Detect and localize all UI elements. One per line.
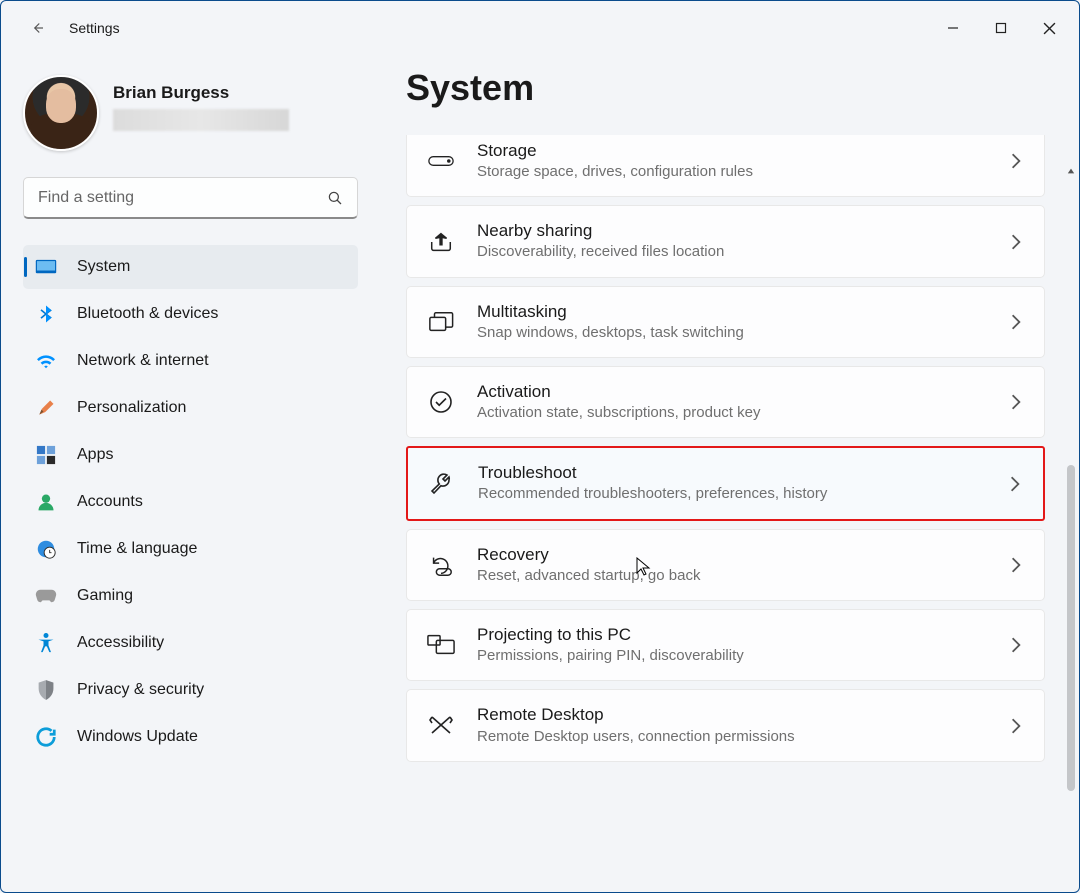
bluetooth-icon xyxy=(35,303,57,325)
nav-item-accounts[interactable]: Accounts xyxy=(23,480,358,524)
card-sub: Recommended troubleshooters, preferences… xyxy=(478,484,987,504)
content-area: System Storage Storage space, drives, co… xyxy=(376,55,1079,892)
nav-label: Privacy & security xyxy=(77,681,204,699)
nav-list: System Bluetooth & devices Network & int… xyxy=(23,245,358,759)
update-icon xyxy=(35,726,57,748)
back-arrow-icon xyxy=(28,19,46,37)
nav-label: Personalization xyxy=(77,399,186,417)
gamepad-icon xyxy=(35,585,57,607)
nav-item-gaming[interactable]: Gaming xyxy=(23,574,358,618)
settings-list: Storage Storage space, drives, configura… xyxy=(406,135,1045,892)
person-icon xyxy=(35,491,57,513)
system-icon xyxy=(35,256,57,278)
user-email-redacted xyxy=(113,109,289,131)
nav-label: Apps xyxy=(77,446,113,464)
sidebar: Brian Burgess System Bluetooth & devices… xyxy=(1,55,376,892)
minimize-button[interactable] xyxy=(929,12,977,44)
nav-item-time-language[interactable]: Time & language xyxy=(23,527,358,571)
nav-label: Windows Update xyxy=(77,728,198,746)
page-title: System xyxy=(406,67,1079,109)
chevron-right-icon xyxy=(1010,313,1022,331)
card-troubleshoot[interactable]: Troubleshoot Recommended troubleshooters… xyxy=(406,446,1045,520)
avatar xyxy=(23,75,99,151)
card-title: Remote Desktop xyxy=(477,704,988,726)
apps-icon xyxy=(35,444,57,466)
storage-icon xyxy=(427,147,455,175)
card-title: Recovery xyxy=(477,544,988,566)
card-title: Troubleshoot xyxy=(478,462,987,484)
check-circle-icon xyxy=(427,388,455,416)
nav-item-apps[interactable]: Apps xyxy=(23,433,358,477)
card-recovery[interactable]: Recovery Reset, advanced startup, go bac… xyxy=(406,529,1045,601)
nav-item-system[interactable]: System xyxy=(23,245,358,289)
card-sub: Permissions, pairing PIN, discoverabilit… xyxy=(477,646,988,666)
card-sub: Snap windows, desktops, task switching xyxy=(477,323,988,343)
minimize-icon xyxy=(947,22,959,34)
app-title: Settings xyxy=(69,20,120,36)
close-icon xyxy=(1043,22,1056,35)
windows-stack-icon xyxy=(427,308,455,336)
card-activation[interactable]: Activation Activation state, subscriptio… xyxy=(406,366,1045,438)
wrench-icon xyxy=(428,470,456,498)
nav-label: Accessibility xyxy=(77,634,164,652)
wifi-icon xyxy=(35,350,57,372)
chevron-right-icon xyxy=(1010,717,1022,735)
recovery-icon xyxy=(427,551,455,579)
nav-item-bluetooth[interactable]: Bluetooth & devices xyxy=(23,292,358,336)
nav-item-windows-update[interactable]: Windows Update xyxy=(23,715,358,759)
scrollbar[interactable] xyxy=(1067,185,1075,878)
chevron-right-icon xyxy=(1010,233,1022,251)
nav-label: Accounts xyxy=(77,493,143,511)
nav-label: Bluetooth & devices xyxy=(77,305,218,323)
chevron-right-icon xyxy=(1010,393,1022,411)
title-bar: Settings xyxy=(1,1,1079,55)
card-title: Nearby sharing xyxy=(477,220,988,242)
card-storage[interactable]: Storage Storage space, drives, configura… xyxy=(406,135,1045,197)
card-remote-desktop[interactable]: Remote Desktop Remote Desktop users, con… xyxy=(406,689,1045,761)
search-box[interactable] xyxy=(23,177,358,219)
profile-block[interactable]: Brian Burgess xyxy=(23,75,358,151)
nav-item-personalization[interactable]: Personalization xyxy=(23,386,358,430)
card-title: Multitasking xyxy=(477,301,988,323)
maximize-icon xyxy=(995,22,1007,34)
remote-desktop-icon xyxy=(427,712,455,740)
nav-item-privacy[interactable]: Privacy & security xyxy=(23,668,358,712)
card-projecting[interactable]: Projecting to this PC Permissions, pairi… xyxy=(406,609,1045,681)
card-sub: Remote Desktop users, connection permiss… xyxy=(477,727,988,747)
card-sub: Activation state, subscriptions, product… xyxy=(477,403,988,423)
close-button[interactable] xyxy=(1025,12,1073,44)
back-button[interactable] xyxy=(21,12,53,44)
card-multitasking[interactable]: Multitasking Snap windows, desktops, tas… xyxy=(406,286,1045,358)
card-sub: Discoverability, received files location xyxy=(477,242,988,262)
search-icon xyxy=(326,189,344,207)
globe-clock-icon xyxy=(35,538,57,560)
card-title: Activation xyxy=(477,381,988,403)
shield-icon xyxy=(35,679,57,701)
chevron-right-icon xyxy=(1010,152,1022,170)
chevron-right-icon xyxy=(1009,475,1021,493)
card-sub: Reset, advanced startup, go back xyxy=(477,566,988,586)
nav-label: System xyxy=(77,258,130,276)
projection-icon xyxy=(427,631,455,659)
card-title: Storage xyxy=(477,140,988,162)
card-nearby-sharing[interactable]: Nearby sharing Discoverability, received… xyxy=(406,205,1045,277)
chevron-right-icon xyxy=(1010,636,1022,654)
nav-item-network[interactable]: Network & internet xyxy=(23,339,358,383)
nav-label: Time & language xyxy=(77,540,197,558)
paintbrush-icon xyxy=(35,397,57,419)
nav-label: Gaming xyxy=(77,587,133,605)
search-input[interactable] xyxy=(23,177,358,219)
chevron-right-icon xyxy=(1010,556,1022,574)
maximize-button[interactable] xyxy=(977,12,1025,44)
scroll-up-icon[interactable] xyxy=(1067,167,1075,175)
scrollbar-thumb[interactable] xyxy=(1067,465,1075,791)
nav-label: Network & internet xyxy=(77,352,209,370)
card-title: Projecting to this PC xyxy=(477,624,988,646)
window-controls xyxy=(929,12,1073,44)
accessibility-icon xyxy=(35,632,57,654)
user-name: Brian Burgess xyxy=(113,75,289,103)
share-icon xyxy=(427,228,455,256)
card-sub: Storage space, drives, configuration rul… xyxy=(477,162,988,182)
nav-item-accessibility[interactable]: Accessibility xyxy=(23,621,358,665)
